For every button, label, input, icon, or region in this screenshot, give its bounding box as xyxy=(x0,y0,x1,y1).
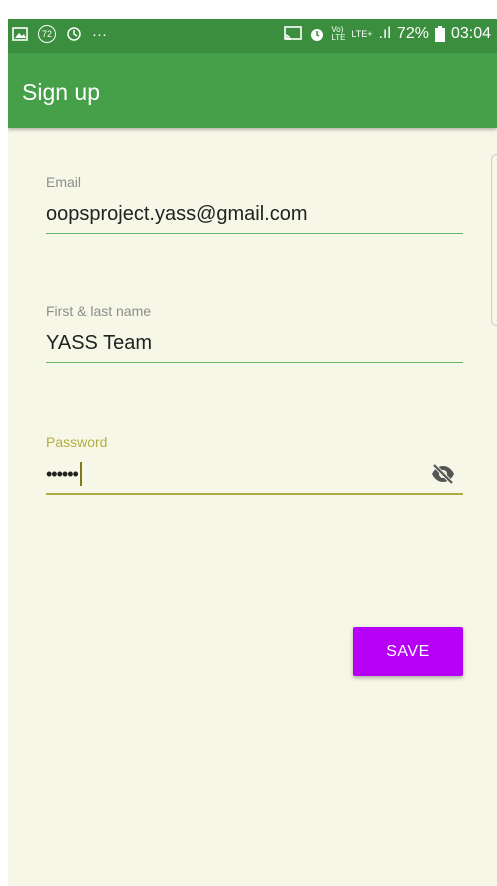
volte-label: Vo) LTE xyxy=(331,25,346,42)
app-bar: Sign up xyxy=(8,53,497,128)
phone-screen: 72 ··· Vo) LTE LTE+ .ıl 72% 03:04 Sign u… xyxy=(8,19,497,886)
cast-icon xyxy=(284,26,303,41)
name-label: First & last name xyxy=(46,303,152,319)
gallery-icon xyxy=(12,27,28,41)
visibility-off-icon[interactable] xyxy=(431,462,455,486)
password-underline xyxy=(46,493,463,495)
more-notifications-icon: ··· xyxy=(92,25,107,43)
name-underline xyxy=(46,362,463,363)
alarm-icon xyxy=(311,29,324,41)
status-left: 72 ··· xyxy=(12,25,107,43)
signal-icon: .ıl xyxy=(378,25,391,42)
battery-icon xyxy=(434,26,445,42)
email-underline xyxy=(46,233,463,234)
status-bar: 72 ··· Vo) LTE LTE+ .ıl 72% 03:04 xyxy=(8,19,497,53)
network-type-label: LTE+ xyxy=(351,29,373,39)
email-field[interactable]: Email oopsproject.yass@gmail.com xyxy=(46,174,463,234)
password-field[interactable]: Password •••••• xyxy=(46,434,463,495)
password-input[interactable]: •••••• xyxy=(46,460,463,488)
text-cursor xyxy=(79,462,82,486)
notification-count-badge: 72 xyxy=(38,25,56,43)
clock: 03:04 xyxy=(450,25,491,42)
email-input[interactable]: oopsproject.yass@gmail.com xyxy=(46,200,463,228)
save-button[interactable]: SAVE xyxy=(353,627,463,676)
name-input[interactable]: YASS Team xyxy=(46,329,463,357)
password-dots: •••••• xyxy=(46,464,79,484)
battery-percent: 72% xyxy=(396,25,429,42)
page-title: Sign up xyxy=(22,79,101,105)
status-right: Vo) LTE LTE+ .ıl 72% 03:04 xyxy=(283,25,491,43)
edge-panel-handle[interactable] xyxy=(491,154,497,326)
password-label: Password xyxy=(46,434,108,450)
history-icon xyxy=(67,27,81,41)
name-field[interactable]: First & last name YASS Team xyxy=(46,303,463,363)
email-label: Email xyxy=(46,174,82,190)
